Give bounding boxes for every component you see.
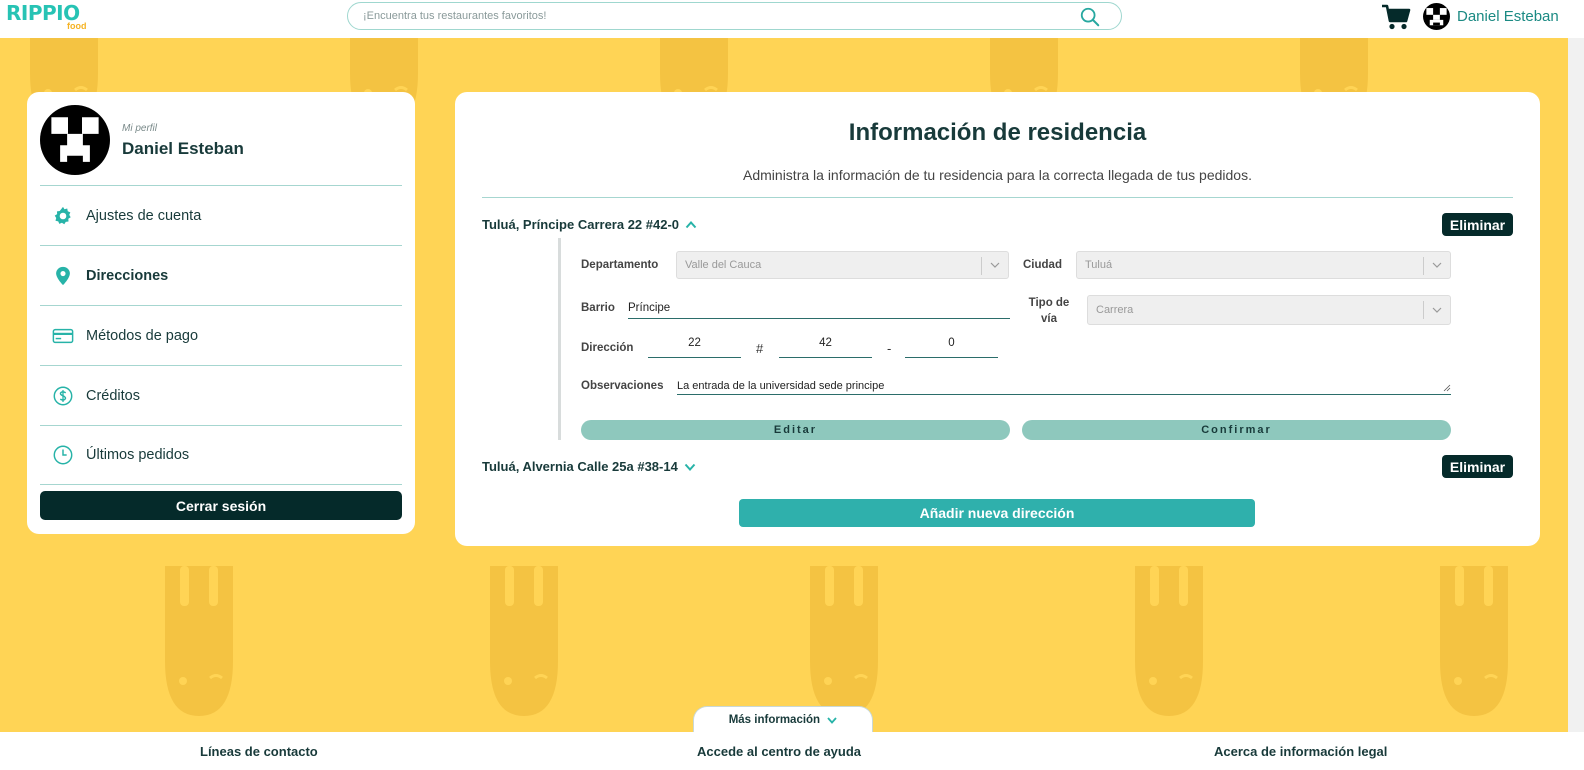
address-toggle[interactable]: Tuluá, Alvernia Calle 25a #38-14 [482, 459, 696, 474]
logout-button[interactable]: Cerrar sesión [40, 491, 402, 520]
address-form: Departamento Valle del Cauca Ciudad Tulu… [558, 238, 1521, 440]
select-divider [981, 257, 982, 275]
gear-icon [52, 205, 74, 227]
sidebar-item-account-settings[interactable]: Ajustes de cuenta [40, 185, 402, 245]
sidebar-item-last-orders[interactable]: Últimos pedidos [40, 425, 402, 485]
resize-handle-icon[interactable] [1443, 384, 1451, 392]
barrio-value: Príncipe [628, 302, 671, 314]
profile-menu: Ajustes de cuenta Direcciones Métodos de… [40, 185, 402, 485]
decorative-fork-icon [488, 566, 560, 716]
divider [482, 197, 1513, 198]
tipo-via-label-line2: vía [1041, 313, 1057, 325]
creeper-avatar-icon [1426, 8, 1447, 26]
residence-panel: Información de residencia Administra la … [455, 92, 1540, 546]
sidebar-item-label: Direcciones [86, 267, 169, 284]
sidebar-item-label: Métodos de pago [86, 327, 199, 344]
direccion-number-2-value: 42 [819, 337, 832, 349]
tipo-via-select[interactable]: Carrera [1087, 295, 1451, 325]
clock-icon [52, 444, 74, 466]
select-divider [1423, 257, 1424, 275]
decorative-fork-icon [1438, 566, 1510, 716]
barrio-field[interactable]: Príncipe [628, 298, 1010, 319]
decorative-fork-icon [808, 566, 880, 716]
dash-separator: - [887, 341, 892, 356]
search-bar [347, 2, 1122, 30]
chevron-down-icon [990, 262, 1000, 268]
direccion-number-3[interactable]: 0 [905, 337, 998, 358]
observaciones-textarea[interactable]: La entrada de la universidad sede princi… [677, 376, 1451, 395]
ciudad-value: Tuluá [1085, 259, 1113, 271]
departamento-select[interactable]: Valle del Cauca [676, 251, 1009, 279]
footer-link-contact[interactable]: Líneas de contacto [200, 744, 318, 759]
chevron-down-icon [1432, 307, 1442, 313]
tipo-via-value: Carrera [1096, 304, 1134, 316]
logo[interactable]: RIPPIO food [6, 1, 87, 31]
sidebar-item-label: Ajustes de cuenta [86, 207, 202, 224]
direccion-number-2[interactable]: 42 [779, 337, 872, 358]
ciudad-select[interactable]: Tuluá [1076, 251, 1451, 279]
header-user-name[interactable]: Daniel Esteban [1457, 8, 1559, 25]
direccion-label: Dirección [581, 342, 634, 354]
credit-card-icon [52, 325, 74, 347]
direccion-number-3-value: 0 [948, 337, 955, 349]
search-input[interactable] [361, 9, 1065, 23]
delete-address-button[interactable]: Eliminar [1442, 213, 1513, 236]
direccion-number-1[interactable]: 22 [648, 337, 741, 358]
chevron-down-icon [684, 463, 696, 471]
tipo-via-label-line1: Tipo de [1028, 297, 1070, 309]
sidebar-item-label: Últimos pedidos [86, 447, 190, 463]
observaciones-label: Observaciones [581, 380, 664, 392]
decorative-fork-icon [1133, 566, 1205, 716]
sidebar-item-addresses[interactable]: Direcciones [40, 245, 402, 305]
hash-separator: # [756, 341, 764, 356]
more-info-label: Más información [728, 714, 821, 726]
footer: Líneas de contacto Accede al centro de a… [0, 732, 1584, 770]
search-icon[interactable] [1079, 6, 1101, 28]
chevron-up-icon [685, 220, 697, 228]
delete-address-button[interactable]: Eliminar [1442, 455, 1513, 478]
page-subtitle: Administra la información de tu residenc… [743, 167, 1252, 183]
profile-avatar [40, 105, 110, 175]
top-header: RIPPIO food Daniel Esteban [0, 0, 1584, 38]
sidebar-item-credits[interactable]: Créditos [40, 365, 402, 425]
footer-link-help[interactable]: Accede al centro de ayuda [697, 744, 861, 759]
direccion-number-1-value: 22 [688, 337, 701, 349]
location-pin-icon [52, 265, 74, 287]
avatar[interactable] [1423, 3, 1450, 30]
address-toggle[interactable]: Tuluá, Príncipe Carrera 22 #42-0 [482, 217, 697, 232]
address-title: Tuluá, Alvernia Calle 25a #38-14 [482, 459, 678, 474]
cart-icon[interactable] [1381, 3, 1411, 31]
barrio-label: Barrio [581, 302, 615, 314]
departamento-value: Valle del Cauca [685, 259, 762, 271]
creeper-avatar-icon [51, 117, 99, 163]
address-title: Tuluá, Príncipe Carrera 22 #42-0 [482, 217, 680, 232]
footer-link-legal[interactable]: Acerca de información legal [1214, 744, 1387, 759]
profile-label: Mi perfil [122, 123, 158, 134]
more-info-toggle[interactable]: Más información [693, 706, 873, 734]
logo-sub: food [67, 21, 87, 31]
scrollbar[interactable] [1568, 38, 1584, 732]
confirm-button[interactable]: Confirmar [1022, 420, 1451, 440]
sidebar-item-label: Créditos [86, 387, 140, 404]
chevron-down-icon [1432, 262, 1442, 268]
dollar-coin-icon [52, 385, 74, 407]
chevron-down-icon [827, 717, 837, 724]
add-address-button[interactable]: Añadir nueva dirección [739, 499, 1255, 527]
observaciones-value: La entrada de la universidad sede princi… [677, 380, 885, 392]
profile-sidebar: Mi perfil Daniel Esteban Ajustes de cuen… [27, 92, 415, 534]
select-divider [1423, 301, 1424, 319]
profile-name: Daniel Esteban [122, 139, 244, 158]
sidebar-item-payment-methods[interactable]: Métodos de pago [40, 305, 402, 365]
page-title: Información de residencia [848, 119, 1147, 146]
departamento-label: Departamento [581, 259, 659, 271]
ciudad-label: Ciudad [1023, 259, 1062, 271]
tipo-via-label: Tipo de vía [1028, 295, 1070, 327]
decorative-fork-icon [163, 566, 235, 716]
edit-button[interactable]: Editar [581, 420, 1010, 440]
